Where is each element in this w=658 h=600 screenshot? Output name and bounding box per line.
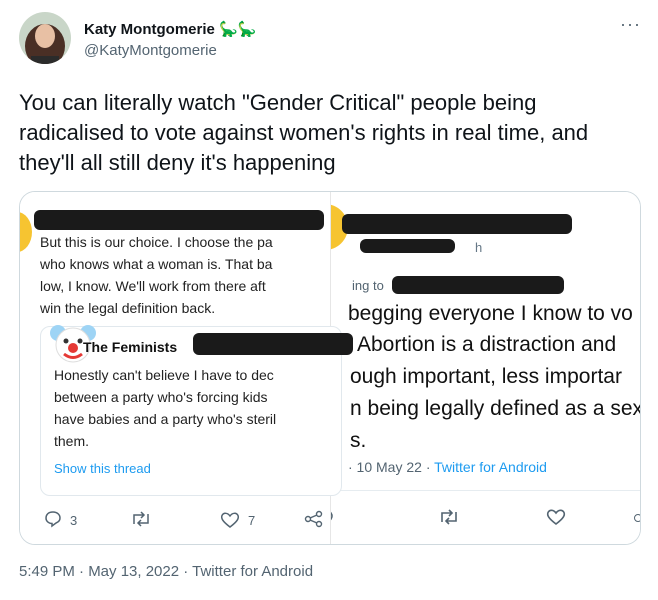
right-line-4: n being legally defined as a sex	[350, 397, 641, 420]
right-meta: · 10 May 22 · Twitter for Android	[348, 459, 547, 475]
right-line-1: begging everyone I know to vo	[348, 302, 633, 325]
screenshot-right: h ing to begging everyone I know to vo A…	[302, 192, 641, 544]
right-meta-date: · 10 May 22 ·	[348, 459, 435, 475]
retweet-icon	[133, 511, 149, 527]
redacted-author	[34, 210, 324, 230]
quoted-line-2: between a party who's forcing kids	[54, 389, 268, 405]
reply-line-4: win the legal definition back.	[40, 300, 216, 316]
tweet-text: You can literally watch "Gender Critical…	[19, 90, 589, 175]
dinosaur-emoji: 🦕🦕	[219, 21, 257, 38]
author-name-text[interactable]: Katy Montgomerie	[84, 21, 215, 38]
right-line-2: Abortion is a distraction and	[357, 333, 617, 356]
tweet-timestamp[interactable]: 5:49 PM · May 13, 2022 · Twitter for And…	[19, 563, 313, 580]
quoted-line-1: Honestly can't believe I have to dec	[54, 367, 274, 383]
like-icon	[546, 509, 566, 526]
quoted-name: The Feminists	[83, 339, 178, 355]
reply-line-2: who knows what a woman is. That ba	[40, 256, 273, 272]
share-icon	[304, 510, 323, 528]
reply-line-3: low, I know. We'll work from there aft	[40, 278, 266, 294]
handle-fragment: h	[475, 240, 483, 255]
share-icon	[634, 514, 640, 522]
author-name[interactable]: Katy Montgomerie 🦕🦕	[84, 20, 256, 38]
tweet-image[interactable]: h ing to begging everyone I know to vo A…	[19, 191, 641, 545]
reply-to-fragment: ing to	[352, 278, 384, 293]
screenshot-left: But this is our choice. I choose the pa …	[20, 192, 353, 544]
right-line-5: s.	[350, 429, 367, 452]
redacted-handle	[360, 239, 455, 253]
reply-line-1: But this is our choice. I choose the pa	[40, 234, 273, 250]
quoted-line-4: them.	[54, 433, 90, 449]
author-handle[interactable]: @KatyMontgomerie	[84, 42, 217, 59]
redacted-quoted-handle	[193, 333, 353, 355]
redacted-name	[342, 214, 572, 234]
like-icon	[220, 512, 240, 528]
emoji-face-icon	[20, 212, 32, 252]
right-line-3: ough important, less importar	[350, 365, 622, 388]
reply-count: 3	[70, 513, 78, 528]
like-count: 7	[248, 513, 256, 528]
more-icon[interactable]: ···	[620, 14, 641, 35]
right-meta-source: Twitter for Android	[434, 459, 547, 475]
right-divider	[312, 490, 640, 491]
avatar[interactable]	[19, 12, 71, 64]
retweet-icon	[441, 509, 457, 525]
redacted-reply-to	[392, 276, 564, 294]
quoted-line-3: have babies and a party who's steril	[54, 411, 277, 427]
reply-icon	[45, 511, 61, 528]
show-thread-link: Show this thread	[54, 461, 151, 476]
quoted-tweet: The Feminists Honestly can't believe I h…	[40, 325, 353, 496]
